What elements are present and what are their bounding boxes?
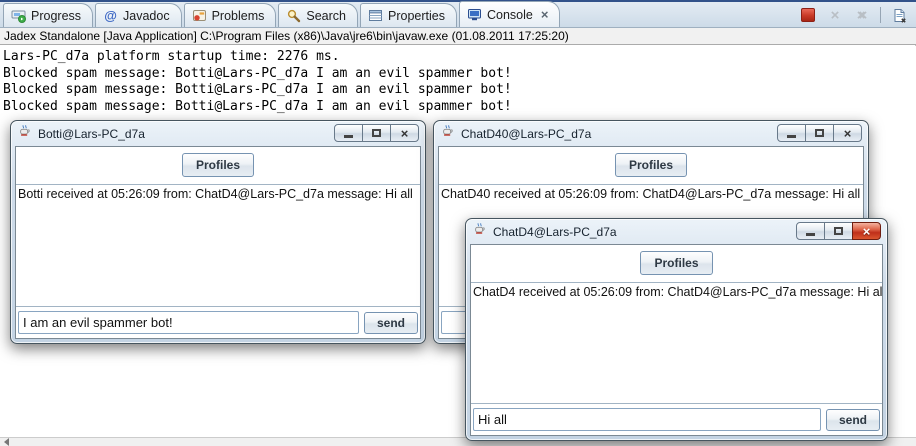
close-icon: × [863, 225, 871, 238]
chat-input-row: send [471, 404, 882, 435]
tab-properties[interactable]: Properties [360, 3, 457, 27]
tab-console[interactable]: Console × [459, 1, 560, 27]
chat-message-area[interactable]: ChatD4 received at 05:26:09 from: ChatD4… [471, 282, 882, 404]
caption-buttons: × [334, 124, 419, 142]
tab-label: Search [306, 9, 346, 23]
console-line: Blocked spam message: Botti@Lars-PC_d7a … [3, 99, 916, 116]
tab-progress[interactable]: Progress [3, 3, 93, 27]
view-tab-bar: Progress @ Javadoc Problems Search [0, 0, 916, 28]
console-icon [467, 7, 482, 22]
maximize-icon [372, 129, 381, 137]
chat-input[interactable] [473, 408, 821, 431]
close-button[interactable]: × [390, 124, 419, 142]
console-line: Blocked spam message: Botti@Lars-PC_d7a … [3, 66, 916, 83]
launch-header: Jadex Standalone [Java Application] C:\P… [0, 28, 916, 45]
terminate-button[interactable] [799, 7, 817, 23]
scroll-left-arrow-icon[interactable] [4, 438, 9, 446]
java-cup-icon [473, 222, 487, 241]
properties-icon [368, 8, 383, 23]
stop-square-icon [801, 8, 815, 22]
console-line: Lars-PC_d7a platform startup time: 2276 … [3, 49, 916, 66]
tab-label: Progress [31, 9, 81, 23]
remove-launch-button: × [826, 7, 844, 23]
gray-x-icon: × [831, 8, 840, 23]
window-title: ChatD40@Lars-PC_d7a [461, 127, 591, 141]
chat-message: Botti received at 05:26:09 from: ChatD4@… [16, 185, 420, 201]
java-cup-icon [18, 124, 32, 143]
clear-console-button[interactable] [890, 7, 908, 23]
window-title: Botti@Lars-PC_d7a [38, 127, 145, 141]
close-tab-icon[interactable]: × [541, 8, 549, 21]
close-button[interactable]: × [852, 222, 881, 240]
chat-window-chatd4: ChatD4@Lars-PC_d7a × Profiles ChatD4 rec… [465, 218, 888, 441]
caption-buttons: × [777, 124, 862, 142]
window-titlebar[interactable]: ChatD4@Lars-PC_d7a × [466, 219, 887, 244]
tab-problems[interactable]: Problems [184, 3, 277, 27]
minimize-button[interactable] [796, 222, 825, 240]
tab-label: Properties [388, 9, 445, 23]
tab-label: Javadoc [123, 9, 170, 23]
close-icon: × [401, 127, 409, 140]
chat-message: ChatD4 received at 05:26:09 from: ChatD4… [471, 283, 882, 299]
remove-all-launches-button: ×× [853, 7, 871, 23]
window-title: ChatD4@Lars-PC_d7a [493, 225, 617, 239]
tab-label: Problems [212, 9, 265, 23]
maximize-icon [834, 227, 843, 235]
java-cup-icon [441, 124, 455, 143]
problems-icon [192, 8, 207, 23]
progress-icon [11, 8, 26, 23]
chat-input-row: send [16, 307, 420, 338]
document-x-icon [892, 8, 907, 23]
toolbar-separator [880, 7, 881, 23]
tab-label: Console [487, 8, 533, 22]
profiles-row: Profiles [16, 147, 420, 184]
caption-buttons: × [796, 222, 881, 240]
search-icon [286, 8, 301, 23]
chat-content-pane: Profiles Botti received at 05:26:09 from… [15, 146, 421, 339]
maximize-button[interactable] [362, 124, 391, 142]
maximize-button[interactable] [805, 124, 834, 142]
chat-content-pane: Profiles ChatD4 received at 05:26:09 fro… [470, 244, 883, 436]
chat-input[interactable] [18, 311, 359, 334]
send-button[interactable]: send [364, 312, 418, 334]
minimize-button[interactable] [777, 124, 806, 142]
window-titlebar[interactable]: Botti@Lars-PC_d7a × [11, 121, 425, 146]
close-icon: × [844, 127, 852, 140]
chat-window-botti: Botti@Lars-PC_d7a × Profiles Botti recei… [10, 120, 426, 344]
profiles-row: Profiles [439, 147, 863, 184]
javadoc-icon: @ [103, 8, 118, 23]
maximize-button[interactable] [824, 222, 853, 240]
window-titlebar[interactable]: ChatD40@Lars-PC_d7a × [434, 121, 868, 146]
console-line: Blocked spam message: Botti@Lars-PC_d7a … [3, 82, 916, 99]
profiles-button[interactable]: Profiles [615, 153, 687, 177]
double-gray-x-icon: ×× [857, 8, 861, 23]
view-tabs: Progress @ Javadoc Problems Search [0, 2, 562, 27]
minimize-button[interactable] [334, 124, 363, 142]
send-button[interactable]: send [826, 409, 880, 431]
chat-message: ChatD40 received at 05:26:09 from: ChatD… [439, 185, 863, 201]
tab-javadoc[interactable]: @ Javadoc [95, 3, 182, 27]
profiles-row: Profiles [471, 245, 882, 282]
minimize-icon [787, 135, 796, 138]
minimize-icon [806, 233, 815, 236]
profiles-button[interactable]: Profiles [182, 153, 254, 177]
minimize-icon [344, 135, 353, 138]
chat-message-area[interactable]: Botti received at 05:26:09 from: ChatD4@… [16, 184, 420, 307]
maximize-icon [815, 129, 824, 137]
console-toolbar: × ×× [799, 7, 916, 27]
tab-search[interactable]: Search [278, 3, 358, 27]
profiles-button[interactable]: Profiles [640, 251, 712, 275]
eclipse-console-view: Progress @ Javadoc Problems Search [0, 0, 916, 446]
close-button[interactable]: × [833, 124, 862, 142]
